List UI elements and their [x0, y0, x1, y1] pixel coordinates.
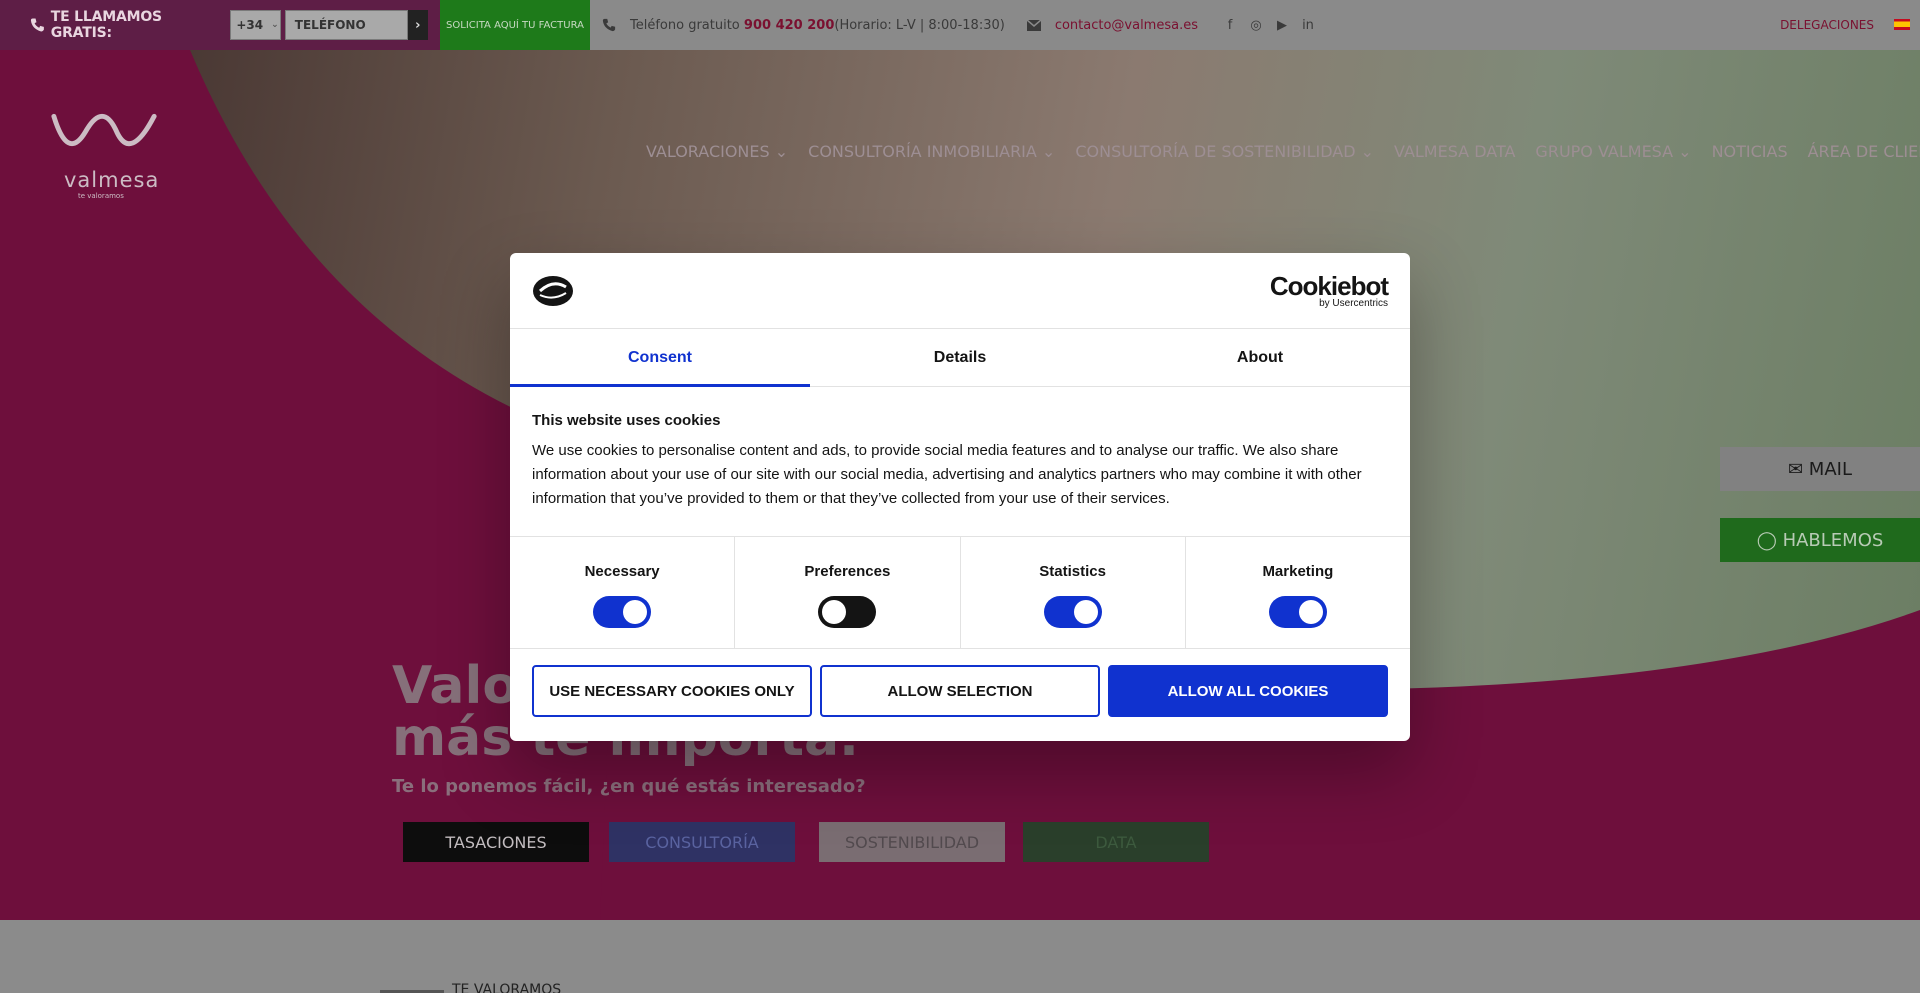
contact-email[interactable]: contacto@valmesa.es: [1026, 17, 1198, 33]
main-nav: VALORACIONES ⌄ CONSULTORÍA INMOBILIARIA …: [646, 142, 1920, 161]
contact-email-text: contacto@valmesa.es: [1054, 17, 1198, 33]
country-code-select[interactable]: +34 ⌄: [230, 10, 281, 40]
phone-icon: [30, 18, 44, 32]
category-preferences: Preferences: [735, 537, 961, 648]
data-button[interactable]: DATA: [1023, 822, 1209, 862]
preferences-toggle[interactable]: [818, 596, 877, 628]
delegaciones-link[interactable]: DELEGACIONES: [1780, 18, 1874, 32]
free-phone-number[interactable]: 900 420 200: [744, 18, 834, 33]
consultoria-button[interactable]: CONSULTORÍA: [609, 822, 795, 862]
toggle-knob: [1073, 600, 1098, 624]
side-whatsapp-button[interactable]: ◯ HABLEMOS: [1720, 518, 1920, 562]
callback-submit-button[interactable]: ›: [407, 10, 429, 40]
nav-item-noticias[interactable]: NOTICIAS: [1712, 142, 1788, 161]
top-bar: TE LLAMAMOS GRATIS: +34 ⌄ TELÉFONO › SOLI…: [0, 0, 1920, 50]
linkedin-icon[interactable]: in: [1300, 18, 1316, 33]
category-marketing: Marketing: [1186, 537, 1410, 648]
nav-item-valoraciones[interactable]: VALORACIONES ⌄: [646, 142, 788, 161]
cookie-dialog-header: Cookiebot by Usercentrics: [510, 253, 1410, 329]
phone-icon: [602, 18, 616, 32]
site-logo-icon: [533, 276, 573, 306]
request-invoice-button[interactable]: SOLICITA AQUÍ TU FACTURA: [440, 0, 590, 50]
cookie-tabs: Consent Details About: [510, 329, 1410, 387]
nav-item-consultoria-inmobiliaria[interactable]: CONSULTORÍA INMOBILIARIA ⌄: [808, 142, 1055, 161]
cookiebot-logo[interactable]: Cookiebot by Usercentrics: [1269, 271, 1389, 309]
category-label: Statistics: [1039, 563, 1106, 580]
nav-item-valmesa-data[interactable]: VALMESA DATA: [1394, 142, 1515, 161]
country-code-value: +34: [236, 18, 264, 32]
logo-wordmark: valmesa: [64, 168, 160, 192]
cookie-consent-dialog: Cookiebot by Usercentrics Consent Detail…: [510, 253, 1410, 741]
logo-tagline: te valoramos: [78, 192, 124, 200]
category-statistics: Statistics: [961, 537, 1186, 648]
marketing-toggle[interactable]: [1268, 596, 1327, 628]
free-phone-hours: (Horario: L-V | 8:00-18:30): [834, 17, 1005, 33]
nav-item-consultoria-sostenibilidad[interactable]: CONSULTORÍA DE SOSTENIBILIDAD ⌄: [1075, 142, 1374, 161]
callback-label: TE LLAMAMOS GRATIS:: [50, 9, 162, 41]
toggle-knob: [822, 600, 847, 624]
nav-item-area-clientes[interactable]: ÁREA DE CLIENTES: [1808, 142, 1920, 161]
allow-selection-button[interactable]: ALLOW SELECTION: [820, 665, 1100, 717]
tab-details[interactable]: Details: [810, 329, 1110, 386]
tasaciones-button[interactable]: TASACIONES: [403, 822, 589, 862]
category-label: Preferences: [804, 563, 891, 580]
section-label: TE VALORAMOS: [452, 982, 562, 993]
tab-about[interactable]: About: [1110, 329, 1410, 386]
cookie-category-toggles: Necessary Preferences Statistics Marketi…: [510, 537, 1410, 649]
nav-item-grupo-valmesa[interactable]: GRUPO VALMESA ⌄: [1535, 142, 1691, 161]
necessary-toggle[interactable]: [593, 596, 652, 628]
cookie-actions: USE NECESSARY COOKIES ONLY ALLOW SELECTI…: [510, 649, 1410, 733]
sostenibilidad-button[interactable]: SOSTENIBILIDAD: [819, 822, 1005, 862]
below-section: TE VALORAMOS: [0, 920, 1920, 993]
free-phone-info: Teléfono gratuito 900 420 200 (Horario: L…: [602, 18, 1005, 33]
instagram-icon[interactable]: ◎: [1248, 18, 1264, 33]
spain-flag-icon[interactable]: [1894, 19, 1910, 30]
callback-form: TE LLAMAMOS GRATIS: +34 ⌄ TELÉFONO ›: [0, 0, 440, 50]
side-mail-button[interactable]: ✉ MAIL: [1720, 447, 1920, 491]
facebook-icon[interactable]: f: [1222, 18, 1238, 33]
youtube-icon[interactable]: ▶: [1274, 18, 1290, 33]
cookie-description: This website uses cookies We use cookies…: [510, 387, 1410, 537]
toggle-knob: [623, 600, 648, 624]
category-necessary: Necessary: [510, 537, 736, 648]
social-links: f ◎ ▶ in: [1222, 18, 1316, 33]
cookie-body-text: We use cookies to personalise content an…: [532, 442, 1362, 507]
phone-input[interactable]: TELÉFONO: [284, 10, 408, 40]
free-phone-prefix: Teléfono gratuito: [630, 17, 740, 33]
hero-subtitle: Te lo ponemos fácil, ¿en qué estás inter…: [392, 776, 866, 797]
tab-consent[interactable]: Consent: [510, 329, 810, 387]
cookie-heading: This website uses cookies: [532, 412, 721, 429]
phone-input-placeholder: TELÉFONO: [294, 18, 366, 32]
chevron-down-icon: ⌄: [271, 20, 279, 30]
statistics-toggle[interactable]: [1043, 596, 1102, 628]
envelope-icon: [1026, 19, 1041, 31]
use-necessary-only-button[interactable]: USE NECESSARY COOKIES ONLY: [532, 665, 812, 717]
toggle-knob: [1298, 600, 1323, 624]
allow-all-cookies-button[interactable]: ALLOW ALL COOKIES: [1108, 665, 1388, 717]
category-label: Necessary: [584, 563, 660, 580]
category-label: Marketing: [1262, 563, 1334, 580]
cookiebot-wordmark: Cookiebot: [1269, 271, 1389, 301]
valmesa-logo-icon[interactable]: [46, 104, 164, 164]
